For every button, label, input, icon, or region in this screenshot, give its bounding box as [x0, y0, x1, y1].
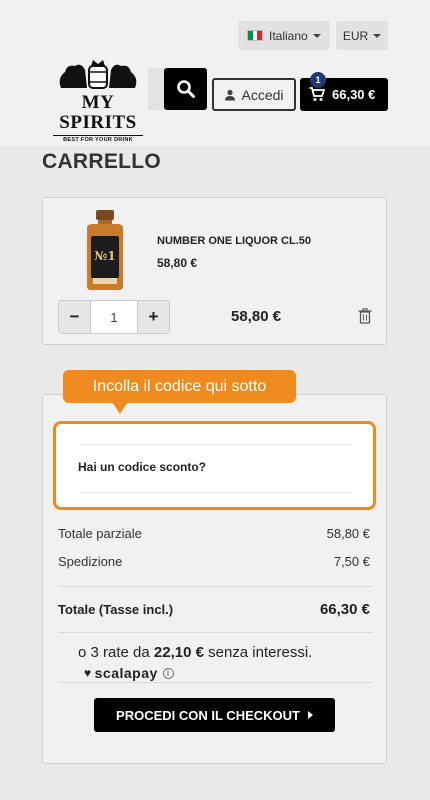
promo-code-label[interactable]: Hai un codice sconto?: [78, 460, 206, 474]
divider: [58, 682, 371, 683]
subtotal-label: Totale parziale: [58, 526, 142, 541]
checkout-label: PROCEDI CON IL CHECKOUT: [116, 707, 300, 723]
trash-icon[interactable]: [358, 308, 372, 324]
cart-item: №1 NUMBER ONE LIQUOR CL.50 58,80 € − 1 +…: [42, 197, 387, 345]
total-label: Totale (Tasse incl.): [58, 602, 174, 617]
language-selector[interactable]: Italiano: [238, 21, 330, 50]
product-name[interactable]: NUMBER ONE LIQUOR CL.50: [157, 235, 311, 247]
logo-tagline: BEST FOR YOUR DRINK: [53, 135, 143, 143]
caret-right-icon: [307, 711, 313, 719]
promo-code-toggle[interactable]: Hai un codice sconto?: [53, 421, 376, 510]
shipping-label: Spedizione: [58, 554, 123, 569]
product-image[interactable]: №1: [79, 210, 131, 290]
promo-tooltip: Incolla il codice qui sotto: [63, 370, 296, 403]
total-value: 66,30 €: [319, 601, 370, 618]
scalapay-label: scalapay: [94, 665, 158, 681]
subtotal-value: 58,80 €: [326, 526, 370, 541]
login-button[interactable]: Accedi: [212, 78, 296, 111]
currency-selector[interactable]: EUR: [336, 21, 388, 50]
scalapay-logo[interactable]: ♥ scalapay i: [84, 665, 174, 681]
logo-name: MY SPIRITS: [59, 92, 137, 133]
checkout-button[interactable]: PROCEDI CON IL CHECKOUT: [94, 698, 335, 732]
info-icon[interactable]: i: [162, 667, 174, 679]
chevron-down-icon: [312, 33, 321, 38]
product-price: 58,80 €: [157, 256, 198, 270]
divider: [58, 632, 371, 633]
cart-count-badge: 1: [310, 72, 326, 88]
svg-text:№1: №1: [94, 249, 115, 263]
search-button[interactable]: [164, 68, 207, 110]
currency-label: EUR: [342, 28, 369, 43]
quantity-input[interactable]: 1: [90, 301, 138, 333]
page-title: CARRELLO: [42, 150, 162, 173]
lions-crest-icon: [59, 60, 137, 89]
cart-total: 66,30 €: [332, 87, 376, 102]
chevron-down-icon: [373, 33, 382, 38]
flag-italy-icon: [247, 30, 263, 41]
search-icon: [176, 80, 195, 98]
quantity-stepper: − 1 +: [58, 300, 170, 334]
language-label: Italiano: [269, 28, 308, 43]
installment-prefix: o 3 rate da: [78, 644, 154, 661]
quantity-decrease-button[interactable]: −: [59, 301, 90, 333]
installment-info: o 3 rate da 22,10 € senza interessi.: [78, 644, 312, 661]
cart-icon: [309, 87, 325, 101]
divider: [80, 444, 352, 445]
shipping-value: 7,50 €: [333, 554, 370, 569]
tooltip-arrow: [112, 402, 128, 414]
divider: [80, 492, 352, 493]
installment-amount: 22,10 €: [153, 644, 204, 661]
divider: [58, 586, 371, 587]
site-logo[interactable]: MY SPIRITS BEST FOR YOUR DRINK: [46, 58, 150, 143]
search-field-edge[interactable]: [148, 68, 164, 110]
login-label: Accedi: [241, 86, 284, 103]
line-total: 58,80 €: [231, 308, 282, 325]
heart-icon: ♥: [84, 666, 92, 680]
quantity-increase-button[interactable]: +: [138, 301, 169, 333]
installment-suffix: senza interessi.: [203, 644, 313, 661]
user-icon: [225, 89, 236, 100]
